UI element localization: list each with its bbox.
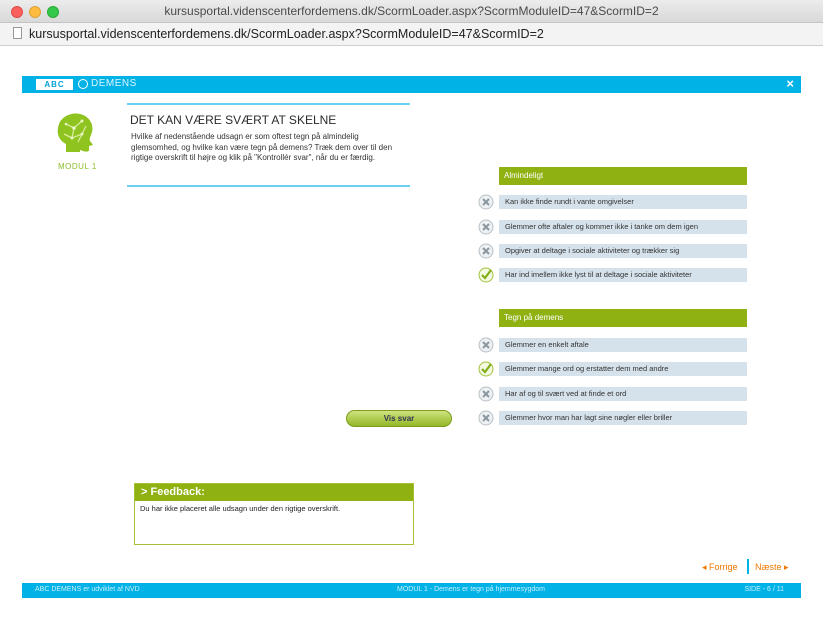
abc-logo: ABC xyxy=(36,79,73,90)
url-text[interactable]: kursusportal.videnscenterfordemens.dk/Sc… xyxy=(29,27,544,41)
statement-label: Har af og til svært ved at finde et ord xyxy=(499,387,747,401)
statement-label: Har ind imellem ikke lyst til at deltage… xyxy=(499,268,747,282)
footer-module-title: MODUL 1 - Demens er tegn på hjemmesygdom xyxy=(397,586,545,593)
category-header-almindeligt: Almindeligt xyxy=(499,167,747,185)
draggable-statement[interactable]: Har af og til svært ved at finde et ord xyxy=(478,386,747,402)
window-title: kursusportal.videnscenterfordemens.dk/Sc… xyxy=(164,4,659,18)
statement-label: Opgiver at deltage i sociale aktiviteter… xyxy=(499,244,747,258)
footer-credit: ABC DEMENS er udviklet af NVD xyxy=(35,586,140,593)
feedback-message: Du har ikke placeret alle udsagn under d… xyxy=(140,504,341,513)
feedback-heading: > Feedback: xyxy=(135,484,413,501)
course-footer-bar: ABC DEMENS er udviklet af NVD MODUL 1 - … xyxy=(22,583,801,598)
wrong-x-icon xyxy=(478,243,494,259)
category-header-tegn-paa-demens: Tegn på demens xyxy=(499,309,747,327)
statement-label: Kan ikke finde rundt i vante omgivelser xyxy=(499,195,747,209)
wrong-x-icon xyxy=(478,386,494,402)
statement-label: Glemmer en enkelt aftale xyxy=(499,338,747,352)
feedback-panel: > Feedback: Du har ikke placeret alle ud… xyxy=(134,483,414,545)
address-bar[interactable]: kursusportal.videnscenterfordemens.dk/Sc… xyxy=(0,23,823,46)
window-titlebar: kursusportal.videnscenterfordemens.dk/Sc… xyxy=(0,0,823,23)
intro-instructions: Hvilke af nedenstående udsagn er som oft… xyxy=(131,132,393,162)
document-icon xyxy=(13,27,22,39)
draggable-statement[interactable]: Glemmer en enkelt aftale xyxy=(478,337,747,353)
draggable-statement[interactable]: Opgiver at deltage i sociale aktiviteter… xyxy=(478,243,747,259)
wrong-x-icon xyxy=(478,337,494,353)
statement-label: Glemmer mange ord og erstatter dem med a… xyxy=(499,362,747,376)
statement-label: Glemmer ofte aftaler og kommer ikke i ta… xyxy=(499,220,747,234)
draggable-statement[interactable]: Glemmer hvor man har lagt sine nøgler el… xyxy=(478,410,747,426)
draggable-statement[interactable]: Glemmer ofte aftaler og kommer ikke i ta… xyxy=(478,219,747,235)
next-page-link[interactable]: Næste ▸ xyxy=(755,562,789,573)
logo-circle-icon xyxy=(78,79,88,89)
draggable-statement[interactable]: Glemmer mange ord og erstatter dem med a… xyxy=(478,361,747,377)
wrong-x-icon xyxy=(478,194,494,210)
draggable-statement[interactable]: Kan ikke finde rundt i vante omgivelser xyxy=(478,194,747,210)
footer-page-counter: SIDE - 6 / 11 xyxy=(744,586,784,593)
close-course-button[interactable]: × xyxy=(786,76,794,91)
course-header-bar: ABC DEMENS × xyxy=(22,76,801,93)
previous-page-link[interactable]: ◂ Forrige xyxy=(702,562,738,573)
intro-divider-bottom xyxy=(127,185,410,187)
correct-check-icon xyxy=(478,267,494,283)
brand-name: DEMENS xyxy=(91,78,137,89)
nav-separator xyxy=(747,559,749,574)
correct-check-icon xyxy=(478,361,494,377)
module-label: MODUL 1 xyxy=(58,162,97,171)
statement-label: Glemmer hvor man har lagt sine nøgler el… xyxy=(499,411,747,425)
wrong-x-icon xyxy=(478,410,494,426)
draggable-statement[interactable]: Har ind imellem ikke lyst til at deltage… xyxy=(478,267,747,283)
brain-head-icon xyxy=(57,113,93,152)
intro-divider-top xyxy=(127,103,410,105)
page-title: DET KAN VÆRE SVÆRT AT SKELNE xyxy=(130,113,337,127)
wrong-x-icon xyxy=(478,219,494,235)
show-answer-button[interactable]: Vis svar xyxy=(346,410,452,427)
